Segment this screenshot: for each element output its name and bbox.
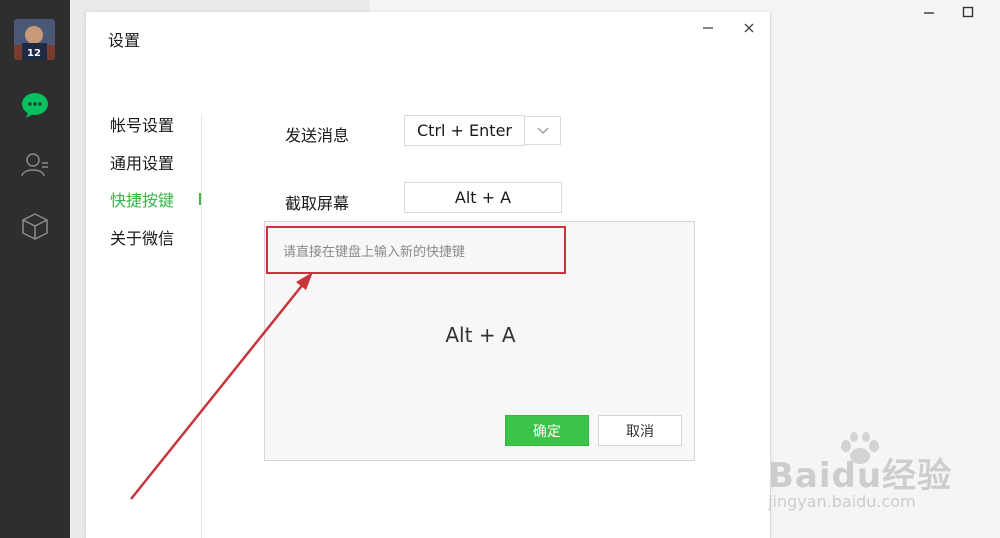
shortcut-capture-dialog: 请直接在键盘上输入新的快捷键 Alt + A 确定 取消 xyxy=(264,221,695,461)
chevron-down-icon[interactable] xyxy=(524,116,561,145)
send-shortcut-select[interactable]: Ctrl + Enter xyxy=(404,115,525,146)
minimize-icon[interactable] xyxy=(919,2,939,22)
nav-item-account[interactable]: 帐号设置 xyxy=(110,112,174,136)
settings-title: 设置 xyxy=(108,31,141,50)
chat-icon[interactable] xyxy=(20,90,50,120)
nav-item-general[interactable]: 通用设置 xyxy=(110,150,174,174)
close-icon[interactable] xyxy=(741,20,757,36)
cancel-button[interactable]: 取消 xyxy=(598,415,682,446)
avatar[interactable]: 12 xyxy=(14,19,55,60)
app-sidebar: 12 xyxy=(0,0,70,538)
screenshot-shortcut-field[interactable]: Alt + A xyxy=(404,182,562,213)
dialog-hint: 请直接在键盘上输入新的快捷键 xyxy=(283,245,466,260)
screenshot-label: 截取屏幕 xyxy=(285,194,350,213)
contacts-icon[interactable] xyxy=(20,150,50,180)
confirm-button[interactable]: 确定 xyxy=(505,415,589,446)
watermark-brand: Baidu经验 xyxy=(768,456,953,496)
box-icon[interactable] xyxy=(20,211,50,241)
nav-item-about[interactable]: 关于微信 xyxy=(110,225,174,249)
watermark-url: jingyan.baidu.com xyxy=(768,492,916,511)
send-message-label: 发送消息 xyxy=(285,126,350,145)
active-nav-indicator xyxy=(199,193,201,205)
nav-divider xyxy=(201,115,202,538)
baidu-watermark: Baidu经验 jingyan.baidu.com xyxy=(768,430,968,520)
nav-item-shortcuts[interactable]: 快捷按键 xyxy=(110,187,174,211)
svg-text:12: 12 xyxy=(27,48,41,59)
minimize-icon[interactable] xyxy=(700,20,716,36)
maximize-icon[interactable] xyxy=(958,2,978,22)
captured-shortcut: Alt + A xyxy=(445,323,516,347)
